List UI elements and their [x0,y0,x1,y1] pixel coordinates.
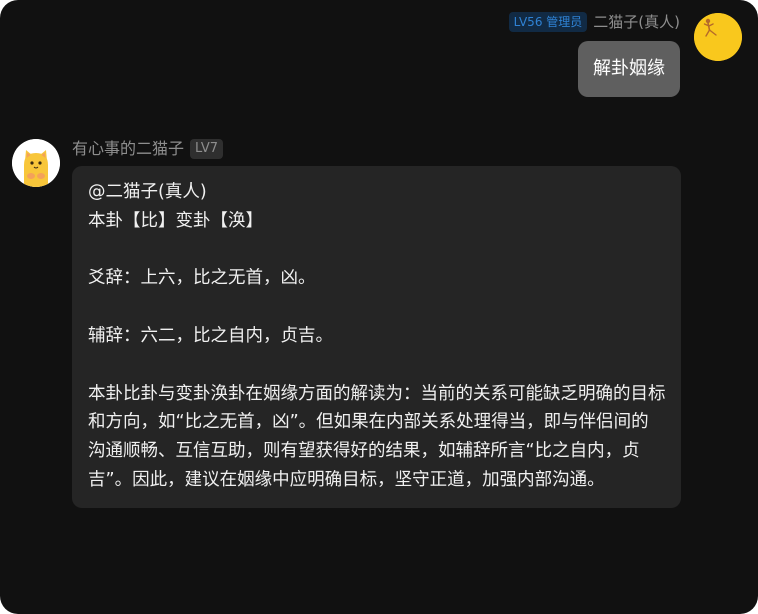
stick-figure-avatar-icon [694,13,742,61]
fuci-line: 辅辞：六二，比之自内，贞吉。 [88,325,333,346]
sender-avatar[interactable] [694,13,742,61]
cat-avatar-icon [12,139,60,187]
incoming-sender-name[interactable]: 有心事的二猫子 [72,138,184,160]
user-level-badge: LV7 [190,139,223,159]
outgoing-message-bubble[interactable]: 解卦姻缘 [578,41,680,97]
hexagram-line: 本卦【比】变卦【涣】 [88,210,263,231]
outgoing-sender-name[interactable]: 二猫子(真人) [593,12,680,32]
responder-avatar[interactable] [12,139,60,187]
yaoci-line: 爻辞：上六，比之无首，凶。 [88,268,316,289]
incoming-message-header: 有心事的二猫子 LV7 [72,138,223,160]
interpretation-paragraph: 本卦比卦与变卦涣卦在姻缘方面的解读为：当前的关系可能缺乏明确的目标和方向，如“比… [88,383,666,490]
incoming-message-bubble[interactable]: @二猫子(真人) 本卦【比】变卦【涣】 爻辞：上六，比之无首，凶。 辅辞：六二，… [72,166,681,508]
admin-level-badge: LV56 管理员 [508,12,588,32]
outgoing-message-header: LV56 管理员 二猫子(真人) [508,12,680,32]
mention-line[interactable]: @二猫子(真人) [88,178,666,207]
chat-window: LV56 管理员 二猫子(真人) 解卦姻缘 有心事的二猫子 LV7 @二猫子(真… [0,0,758,614]
